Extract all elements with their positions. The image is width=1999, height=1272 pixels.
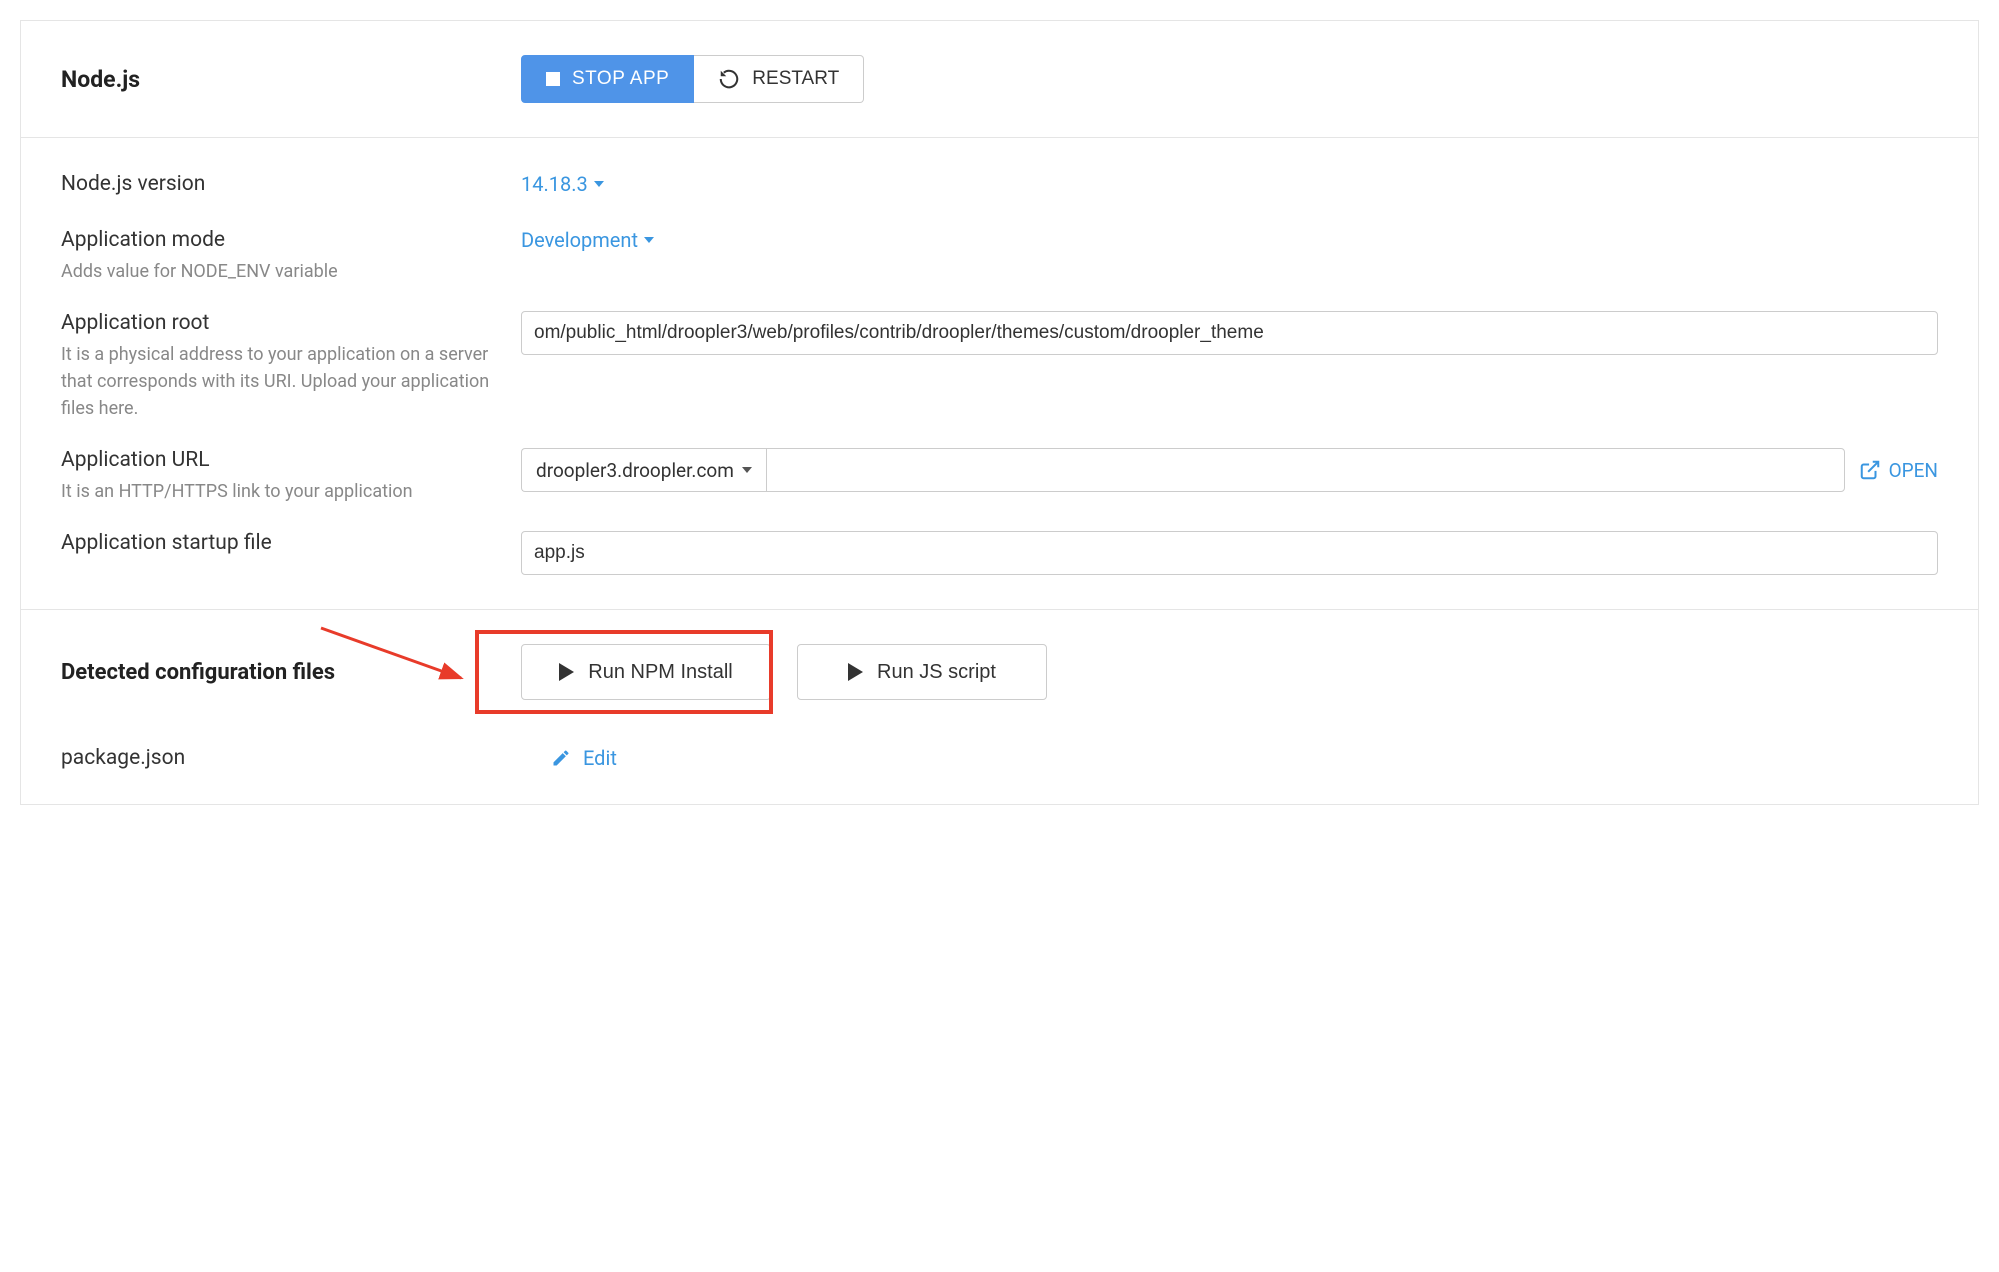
restart-app-button[interactable]: RESTART [694,55,864,103]
edit-config-link[interactable]: Edit [551,746,617,770]
stop-app-label: STOP APP [572,68,669,90]
nodejs-version-label: Node.js version [61,172,491,196]
startup-file-label: Application startup file [61,531,491,555]
startup-file-input[interactable] [521,531,1938,575]
edit-config-label: Edit [583,746,617,770]
app-url-path-input[interactable] [766,448,1845,492]
app-url-help: It is an HTTP/HTTPS link to your applica… [61,478,491,505]
external-link-icon [1859,459,1881,481]
app-mode-value: Development [521,228,638,252]
run-js-script-label: Run JS script [877,661,996,684]
restart-icon [718,68,740,90]
app-mode-help: Adds value for NODE_ENV variable [61,258,491,285]
app-url-domain-dropdown[interactable]: droopler3.droopler.com [521,448,766,492]
app-root-help: It is a physical address to your applica… [61,341,491,422]
pencil-icon [551,748,571,768]
config-file-name: package.json [61,746,551,770]
open-url-label: OPEN [1889,459,1938,482]
app-url-label: Application URL [61,448,491,472]
caret-down-icon [644,237,654,243]
nodejs-version-dropdown[interactable]: 14.18.3 [521,172,604,196]
app-root-label: Application root [61,311,491,335]
app-mode-dropdown[interactable]: Development [521,228,654,252]
page-title: Node.js [61,66,521,93]
run-js-script-button[interactable]: Run JS script [797,644,1047,700]
stop-icon [546,72,560,86]
nodejs-version-value: 14.18.3 [521,172,588,196]
caret-down-icon [594,181,604,187]
app-root-input[interactable] [521,311,1938,355]
open-url-link[interactable]: OPEN [1859,459,1938,482]
play-icon [559,663,574,681]
caret-down-icon [742,467,752,473]
play-icon [848,663,863,681]
restart-label: RESTART [752,68,839,90]
run-npm-install-label: Run NPM Install [588,661,733,684]
config-files-heading: Detected configuration files [61,660,521,685]
run-npm-install-button[interactable]: Run NPM Install [521,644,771,700]
stop-app-button[interactable]: STOP APP [521,55,694,103]
app-mode-label: Application mode [61,228,491,252]
app-control-buttons: STOP APP RESTART [521,55,864,103]
app-url-domain-value: droopler3.droopler.com [536,459,734,482]
